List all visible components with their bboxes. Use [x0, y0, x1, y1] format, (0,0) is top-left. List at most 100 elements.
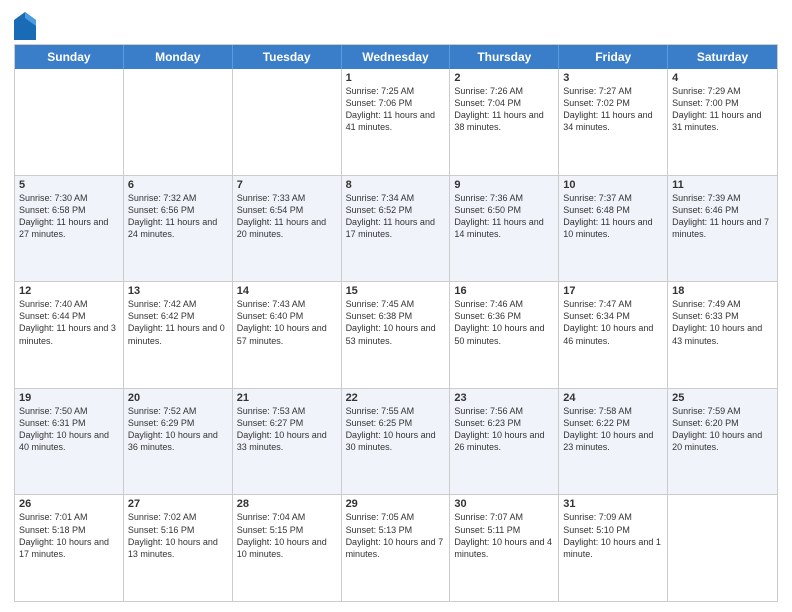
day-info: Sunrise: 7:45 AM Sunset: 6:38 PM Dayligh…: [346, 298, 446, 347]
day-info: Sunrise: 7:46 AM Sunset: 6:36 PM Dayligh…: [454, 298, 554, 347]
day-number: 8: [346, 179, 446, 191]
calendar-row-4: 26Sunrise: 7:01 AM Sunset: 5:18 PM Dayli…: [15, 494, 777, 601]
day-cell-7: 7Sunrise: 7:33 AM Sunset: 6:54 PM Daylig…: [233, 176, 342, 282]
day-number: 18: [672, 285, 773, 297]
empty-cell-0-1: [124, 69, 233, 175]
calendar-row-3: 19Sunrise: 7:50 AM Sunset: 6:31 PM Dayli…: [15, 388, 777, 495]
calendar: SundayMondayTuesdayWednesdayThursdayFrid…: [14, 44, 778, 602]
empty-cell-4-6: [668, 495, 777, 601]
day-info: Sunrise: 7:49 AM Sunset: 6:33 PM Dayligh…: [672, 298, 773, 347]
empty-cell-0-2: [233, 69, 342, 175]
day-info: Sunrise: 7:09 AM Sunset: 5:10 PM Dayligh…: [563, 511, 663, 560]
day-number: 24: [563, 392, 663, 404]
day-info: Sunrise: 7:30 AM Sunset: 6:58 PM Dayligh…: [19, 192, 119, 241]
day-number: 2: [454, 72, 554, 84]
day-cell-27: 27Sunrise: 7:02 AM Sunset: 5:16 PM Dayli…: [124, 495, 233, 601]
day-cell-21: 21Sunrise: 7:53 AM Sunset: 6:27 PM Dayli…: [233, 389, 342, 495]
header-day-tuesday: Tuesday: [233, 45, 342, 69]
header-day-monday: Monday: [124, 45, 233, 69]
day-info: Sunrise: 7:36 AM Sunset: 6:50 PM Dayligh…: [454, 192, 554, 241]
day-info: Sunrise: 7:40 AM Sunset: 6:44 PM Dayligh…: [19, 298, 119, 347]
day-number: 17: [563, 285, 663, 297]
day-info: Sunrise: 7:26 AM Sunset: 7:04 PM Dayligh…: [454, 85, 554, 134]
day-number: 11: [672, 179, 773, 191]
header-day-saturday: Saturday: [668, 45, 777, 69]
day-cell-18: 18Sunrise: 7:49 AM Sunset: 6:33 PM Dayli…: [668, 282, 777, 388]
day-info: Sunrise: 7:34 AM Sunset: 6:52 PM Dayligh…: [346, 192, 446, 241]
calendar-body: 1Sunrise: 7:25 AM Sunset: 7:06 PM Daylig…: [15, 69, 777, 601]
day-cell-23: 23Sunrise: 7:56 AM Sunset: 6:23 PM Dayli…: [450, 389, 559, 495]
day-info: Sunrise: 7:43 AM Sunset: 6:40 PM Dayligh…: [237, 298, 337, 347]
day-number: 27: [128, 498, 228, 510]
day-cell-14: 14Sunrise: 7:43 AM Sunset: 6:40 PM Dayli…: [233, 282, 342, 388]
day-info: Sunrise: 7:47 AM Sunset: 6:34 PM Dayligh…: [563, 298, 663, 347]
day-number: 12: [19, 285, 119, 297]
day-number: 19: [19, 392, 119, 404]
day-cell-12: 12Sunrise: 7:40 AM Sunset: 6:44 PM Dayli…: [15, 282, 124, 388]
day-info: Sunrise: 7:04 AM Sunset: 5:15 PM Dayligh…: [237, 511, 337, 560]
day-info: Sunrise: 7:01 AM Sunset: 5:18 PM Dayligh…: [19, 511, 119, 560]
day-info: Sunrise: 7:56 AM Sunset: 6:23 PM Dayligh…: [454, 405, 554, 454]
day-info: Sunrise: 7:42 AM Sunset: 6:42 PM Dayligh…: [128, 298, 228, 347]
day-number: 21: [237, 392, 337, 404]
day-info: Sunrise: 7:53 AM Sunset: 6:27 PM Dayligh…: [237, 405, 337, 454]
day-cell-1: 1Sunrise: 7:25 AM Sunset: 7:06 PM Daylig…: [342, 69, 451, 175]
calendar-header: SundayMondayTuesdayWednesdayThursdayFrid…: [15, 45, 777, 69]
day-info: Sunrise: 7:29 AM Sunset: 7:00 PM Dayligh…: [672, 85, 773, 134]
day-number: 10: [563, 179, 663, 191]
day-cell-19: 19Sunrise: 7:50 AM Sunset: 6:31 PM Dayli…: [15, 389, 124, 495]
day-number: 1: [346, 72, 446, 84]
day-info: Sunrise: 7:59 AM Sunset: 6:20 PM Dayligh…: [672, 405, 773, 454]
day-cell-28: 28Sunrise: 7:04 AM Sunset: 5:15 PM Dayli…: [233, 495, 342, 601]
day-cell-26: 26Sunrise: 7:01 AM Sunset: 5:18 PM Dayli…: [15, 495, 124, 601]
logo-icon: [14, 12, 36, 40]
day-cell-17: 17Sunrise: 7:47 AM Sunset: 6:34 PM Dayli…: [559, 282, 668, 388]
calendar-row-1: 5Sunrise: 7:30 AM Sunset: 6:58 PM Daylig…: [15, 175, 777, 282]
day-number: 28: [237, 498, 337, 510]
header-day-thursday: Thursday: [450, 45, 559, 69]
day-number: 29: [346, 498, 446, 510]
day-number: 5: [19, 179, 119, 191]
day-cell-22: 22Sunrise: 7:55 AM Sunset: 6:25 PM Dayli…: [342, 389, 451, 495]
header-day-wednesday: Wednesday: [342, 45, 451, 69]
day-number: 6: [128, 179, 228, 191]
day-cell-8: 8Sunrise: 7:34 AM Sunset: 6:52 PM Daylig…: [342, 176, 451, 282]
day-cell-5: 5Sunrise: 7:30 AM Sunset: 6:58 PM Daylig…: [15, 176, 124, 282]
day-info: Sunrise: 7:39 AM Sunset: 6:46 PM Dayligh…: [672, 192, 773, 241]
day-info: Sunrise: 7:02 AM Sunset: 5:16 PM Dayligh…: [128, 511, 228, 560]
day-cell-24: 24Sunrise: 7:58 AM Sunset: 6:22 PM Dayli…: [559, 389, 668, 495]
day-number: 4: [672, 72, 773, 84]
day-cell-15: 15Sunrise: 7:45 AM Sunset: 6:38 PM Dayli…: [342, 282, 451, 388]
day-number: 16: [454, 285, 554, 297]
day-number: 25: [672, 392, 773, 404]
logo: [14, 12, 39, 40]
day-number: 22: [346, 392, 446, 404]
day-cell-2: 2Sunrise: 7:26 AM Sunset: 7:04 PM Daylig…: [450, 69, 559, 175]
day-number: 31: [563, 498, 663, 510]
day-info: Sunrise: 7:52 AM Sunset: 6:29 PM Dayligh…: [128, 405, 228, 454]
day-info: Sunrise: 7:07 AM Sunset: 5:11 PM Dayligh…: [454, 511, 554, 560]
day-cell-16: 16Sunrise: 7:46 AM Sunset: 6:36 PM Dayli…: [450, 282, 559, 388]
day-info: Sunrise: 7:33 AM Sunset: 6:54 PM Dayligh…: [237, 192, 337, 241]
day-number: 7: [237, 179, 337, 191]
day-info: Sunrise: 7:27 AM Sunset: 7:02 PM Dayligh…: [563, 85, 663, 134]
day-cell-6: 6Sunrise: 7:32 AM Sunset: 6:56 PM Daylig…: [124, 176, 233, 282]
day-cell-31: 31Sunrise: 7:09 AM Sunset: 5:10 PM Dayli…: [559, 495, 668, 601]
calendar-row-0: 1Sunrise: 7:25 AM Sunset: 7:06 PM Daylig…: [15, 69, 777, 175]
day-cell-13: 13Sunrise: 7:42 AM Sunset: 6:42 PM Dayli…: [124, 282, 233, 388]
page-header: [14, 10, 778, 40]
day-cell-9: 9Sunrise: 7:36 AM Sunset: 6:50 PM Daylig…: [450, 176, 559, 282]
header-day-friday: Friday: [559, 45, 668, 69]
day-cell-4: 4Sunrise: 7:29 AM Sunset: 7:00 PM Daylig…: [668, 69, 777, 175]
day-info: Sunrise: 7:58 AM Sunset: 6:22 PM Dayligh…: [563, 405, 663, 454]
day-info: Sunrise: 7:37 AM Sunset: 6:48 PM Dayligh…: [563, 192, 663, 241]
day-info: Sunrise: 7:25 AM Sunset: 7:06 PM Dayligh…: [346, 85, 446, 134]
day-cell-30: 30Sunrise: 7:07 AM Sunset: 5:11 PM Dayli…: [450, 495, 559, 601]
day-number: 13: [128, 285, 228, 297]
day-number: 23: [454, 392, 554, 404]
calendar-row-2: 12Sunrise: 7:40 AM Sunset: 6:44 PM Dayli…: [15, 281, 777, 388]
day-number: 14: [237, 285, 337, 297]
day-cell-25: 25Sunrise: 7:59 AM Sunset: 6:20 PM Dayli…: [668, 389, 777, 495]
day-cell-20: 20Sunrise: 7:52 AM Sunset: 6:29 PM Dayli…: [124, 389, 233, 495]
day-cell-10: 10Sunrise: 7:37 AM Sunset: 6:48 PM Dayli…: [559, 176, 668, 282]
